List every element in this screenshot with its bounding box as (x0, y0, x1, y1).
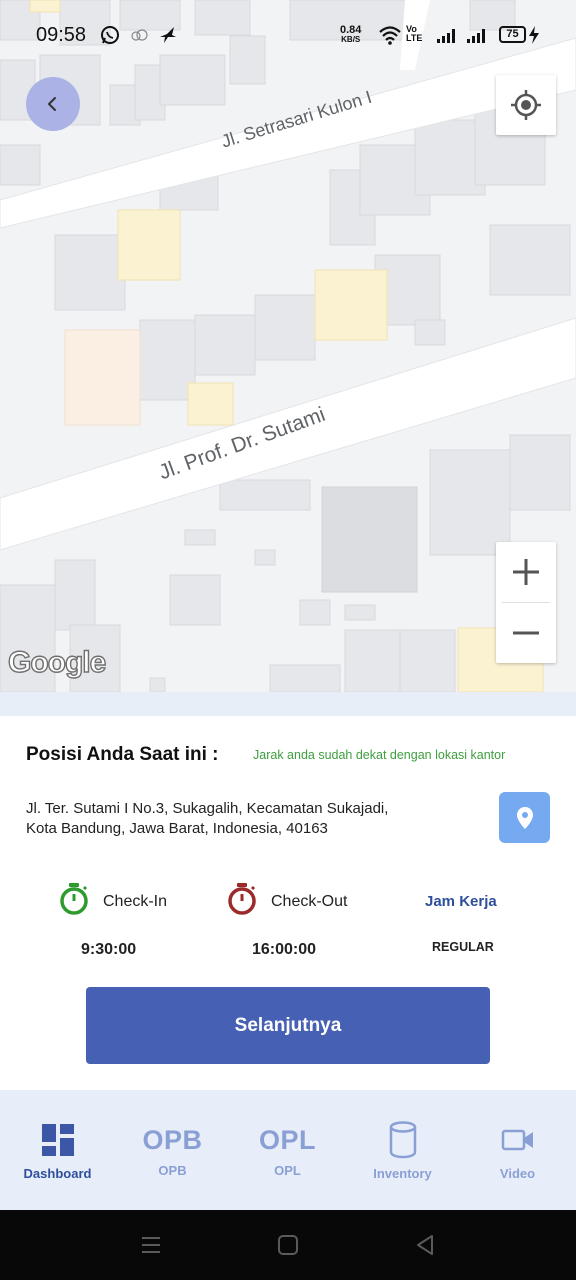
checkout-time: 16:00:00 (252, 941, 317, 958)
map-view[interactable]: Jl. Setrasari Kulon I Jl. Prof. Dr. Suta… (0, 0, 576, 692)
network-speed: 0.84 KB/S (340, 25, 361, 45)
recent-apps-button[interactable] (138, 1232, 164, 1258)
address-line-2: Kota Bandung, Jawa Barat, Indonesia, 401… (26, 820, 328, 837)
nav-icon-wrap: OPB (115, 1120, 230, 1160)
back-button[interactable] (26, 77, 80, 131)
current-address: Jl. Ter. Sutami I No.3, Sukagalih, Kecam… (26, 799, 446, 839)
back-system-button[interactable] (412, 1232, 438, 1258)
dashboard-icon (41, 1124, 74, 1156)
zoom-controls (496, 542, 556, 663)
checkin-stopwatch-icon (60, 883, 88, 915)
bottom-navigation: Dashboard OPB OPB OPL OPL Inventory Vide (0, 1090, 576, 1210)
nav-item-opb[interactable]: OPB OPB (115, 1090, 230, 1210)
battery-level: 75 (499, 26, 526, 43)
google-logo: Google (7, 645, 107, 679)
status-time: 09:58 (36, 24, 87, 46)
nav-label-opl: OPL (274, 1163, 301, 1178)
volte-indicator: Vo LTE (406, 25, 422, 43)
checkout-stopwatch-icon (228, 883, 256, 915)
work-hours-value: REGULAR (432, 940, 494, 954)
checkout-label: Check-Out (271, 893, 348, 910)
minus-icon (513, 631, 539, 635)
nav-label-dashboard: Dashboard (23, 1166, 92, 1181)
nav-item-dashboard[interactable]: Dashboard (0, 1090, 115, 1210)
charging-icon (529, 26, 539, 44)
zoom-in-button[interactable] (496, 542, 556, 602)
signal-icon-2 (467, 29, 485, 43)
database-icon (389, 1121, 416, 1159)
nav-item-opl[interactable]: OPL OPL (230, 1090, 345, 1210)
home-button[interactable] (275, 1232, 301, 1258)
work-hours-label: Jam Kerja (425, 893, 497, 910)
wifi-icon (379, 26, 401, 45)
nav-item-inventory[interactable]: Inventory (345, 1090, 460, 1210)
network-speed-unit: KB/S (341, 35, 361, 44)
sheet-handle-area (0, 692, 576, 716)
position-title: Posisi Anda Saat ini : (26, 744, 219, 765)
map-pin-icon (516, 806, 533, 829)
checkin-label: Check-In (103, 893, 168, 910)
signal-icon (437, 29, 455, 43)
cloud-icon (131, 29, 148, 41)
status-bar: 09:58 0.84 KB/S Vo LTE 75 (0, 0, 576, 70)
video-camera-icon (501, 1129, 533, 1151)
location-panel: Posisi Anda Saat ini : Jarak anda sudah … (0, 716, 576, 1090)
triangle-back-icon (417, 1235, 433, 1255)
opb-icon: OPB (142, 1124, 203, 1155)
map-pin-button[interactable] (499, 792, 550, 843)
zoom-out-button[interactable] (496, 603, 556, 663)
address-line-1: Jl. Ter. Sutami I No.3, Sukagalih, Kecam… (26, 800, 389, 817)
nav-icon-wrap (0, 1120, 115, 1160)
distance-note: Jarak anda sudah dekat dengan lokasi kan… (253, 748, 506, 762)
nav-icon-wrap (345, 1120, 460, 1160)
network-speed-value: 0.84 (340, 24, 362, 36)
my-location-icon (511, 90, 541, 120)
checkin-time: 9:30:00 (81, 941, 137, 958)
nav-label-video: Video (499, 1166, 536, 1181)
menu-icon (142, 1237, 160, 1253)
nav-icon-wrap: OPL (230, 1120, 345, 1160)
nav-label-opb: OPB (158, 1163, 187, 1178)
nav-item-video[interactable]: Video (460, 1090, 575, 1210)
chevron-left-icon (48, 97, 56, 111)
plus-icon (513, 559, 539, 585)
next-button[interactable]: Selanjutnya (86, 987, 490, 1064)
bird-icon (160, 27, 176, 43)
opl-icon: OPL (258, 1124, 316, 1155)
my-location-button[interactable] (496, 75, 556, 135)
nav-icon-wrap (460, 1120, 575, 1160)
volte-bottom: LTE (406, 33, 423, 43)
nav-label-inventory: Inventory (373, 1166, 432, 1181)
home-square-icon (278, 1235, 298, 1255)
system-navigation-bar (0, 1210, 576, 1280)
map-canvas[interactable] (0, 0, 576, 692)
whatsapp-icon (101, 26, 119, 44)
